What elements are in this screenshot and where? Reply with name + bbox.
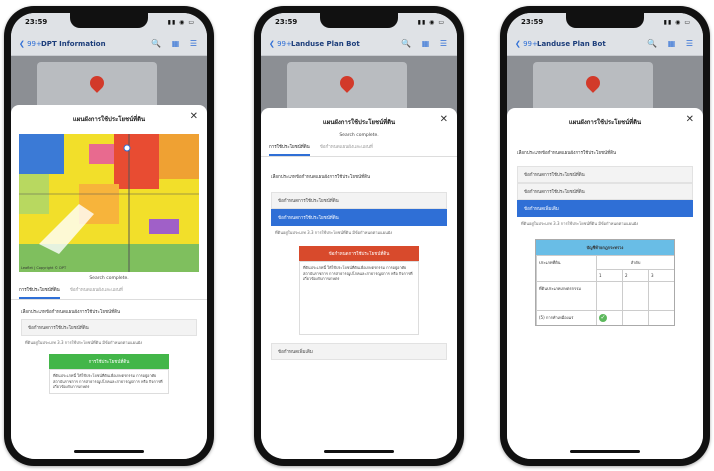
nav-icons[interactable]: 🔍 ▦ ☰ <box>647 39 697 48</box>
tab-bar: การใช้ประโยชน์ที่ดิน ข้อกำหนดแผนผังและแผ… <box>11 281 207 300</box>
table-num: 1 <box>596 269 622 281</box>
notch <box>70 13 148 28</box>
back-button[interactable]: ❮ 99+ <box>269 40 292 48</box>
regulation-table: บัญชีท้ายกฎกระทรวง ประเภทที่ดิน ลำดับ 1 … <box>535 239 675 326</box>
table-cell <box>648 310 674 325</box>
table-cell <box>648 281 674 310</box>
selected-row-plain[interactable]: ข้อกำหนดการใช้ประโยชน์ที่ดิน <box>517 183 693 200</box>
result-sheet: แผนผังการใช้ประโยชน์ที่ดิน ✕ Leaflet | C… <box>11 105 207 459</box>
status-bar: 23:59 ▮▮ ◉ ▭ <box>507 13 703 35</box>
selected-row[interactable]: ข้อกำหนดการใช้ประโยชน์ที่ดิน <box>271 209 447 226</box>
sheet-title: แผนผังการใช้ประโยชน์ที่ดิน <box>322 119 396 126</box>
home-indicator <box>74 450 144 453</box>
chat-title: Landuse Plan Bot <box>291 40 360 48</box>
signal-icon: ▮▮ ◉ ▭ <box>167 19 195 26</box>
landuse-rule-button[interactable]: ข้อกำหนดการใช้ประโยชน์ที่ดิน <box>299 246 419 261</box>
table-col-header: ลำดับ <box>596 255 674 269</box>
map-pin-icon <box>337 73 357 93</box>
signal-icon: ▮▮ ◉ ▭ <box>417 19 445 26</box>
screen: 23:59 ▮▮ ◉ ▭ ❮ 99+ DPT Information 🔍 ▦ ☰… <box>11 13 207 459</box>
home-indicator <box>324 450 394 453</box>
result-sheet: แผนผังการใช้ประโยชน์ที่ดิน ✕ Search comp… <box>261 108 457 459</box>
phone-3: 23:59 ▮▮ ◉ ▭ ❮ 99+ Landuse Plan Bot 🔍 ▦ … <box>500 6 710 466</box>
table-title: บัญชีท้ายกฎกระทรวง <box>536 240 674 255</box>
search-status: Search complete. <box>339 133 379 138</box>
back-button[interactable]: ❮ 99+ <box>19 40 42 48</box>
signal-icon: ▮▮ ◉ ▭ <box>663 19 691 26</box>
nav-icons[interactable]: 🔍 ▦ ☰ <box>151 39 201 48</box>
clock: 23:59 <box>275 18 298 26</box>
search-status: Search complete. <box>89 276 129 281</box>
notch <box>320 13 398 28</box>
table-row-label: (5) การทำเหมืองแร่ <box>536 310 596 325</box>
chat-title: DPT Information <box>41 40 106 48</box>
type-row[interactable]: ข้อกำหนดการใช้ประโยชน์ที่ดิน <box>271 192 447 209</box>
phone-1: 23:59 ▮▮ ◉ ▭ ❮ 99+ DPT Information 🔍 ▦ ☰… <box>4 6 214 466</box>
notch <box>566 13 644 28</box>
question-text: เลือกประเภทข้อกำหนดแผนผังการใช้ประโยชน์ท… <box>271 175 371 180</box>
table-num: 3 <box>648 269 674 281</box>
landuse-map[interactable]: Leaflet | Copyright © DPT <box>19 134 199 272</box>
extra-row-selected[interactable]: ข้อกำหนดเพิ่มเติม <box>517 200 693 217</box>
close-icon[interactable]: ✕ <box>686 114 694 125</box>
clock: 23:59 <box>521 18 544 26</box>
screen: 23:59 ▮▮ ◉ ▭ ❮ 99+ Landuse Plan Bot 🔍 ▦ … <box>261 13 457 459</box>
table-cell <box>622 310 648 325</box>
info-note: ที่ดินอยู่ในประเภท 3.3 การใช้ประโยชน์ที่… <box>275 230 393 235</box>
tab-plan[interactable]: ข้อกำหนดแผนผังและแผนที่ <box>320 143 373 156</box>
tab-bar: การใช้ประโยชน์ที่ดิน ข้อกำหนดแผนผังและแผ… <box>261 138 457 157</box>
phone-2: 23:59 ▮▮ ◉ ▭ ❮ 99+ Landuse Plan Bot 🔍 ▦ … <box>254 6 464 466</box>
map-credit: Leaflet | Copyright © DPT <box>21 266 67 270</box>
tab-landuse[interactable]: การใช้ประโยชน์ที่ดิน <box>19 286 60 299</box>
tab-landuse[interactable]: การใช้ประโยชน์ที่ดิน <box>269 143 310 156</box>
table-row-label: ที่ดินประเภทเกษตรกรรม <box>536 281 596 310</box>
nav-bar: ❮ 99+ Landuse Plan Bot 🔍 ▦ ☰ <box>261 35 457 56</box>
sheet-title: แผนผังการใช้ประโยชน์ที่ดิน <box>72 116 146 123</box>
map-pin-icon <box>583 73 603 93</box>
type-row[interactable]: ข้อกำหนดการใช้ประโยชน์ที่ดิน <box>21 319 197 336</box>
landuse-map-graphic <box>19 134 199 272</box>
question-text: เลือกประเภทข้อกำหนดแผนผังการใช้ประโยชน์ท… <box>517 151 617 156</box>
check-icon: ✓ <box>599 314 607 322</box>
nav-icons[interactable]: 🔍 ▦ ☰ <box>401 39 451 48</box>
question-text: เลือกประเภทข้อกำหนดแผนผังการใช้ประโยชน์ท… <box>21 310 121 315</box>
info-note: ที่ดินอยู่ในประเภท 3.3 การใช้ประโยชน์ที่… <box>521 221 639 226</box>
table-grid: ประเภทที่ดิน ลำดับ 1 2 3 ที่ดินประเภทเกษ… <box>536 255 674 325</box>
close-icon[interactable]: ✕ <box>190 111 198 122</box>
description-text: ที่ดินประเภทนี้ ให้ใช้ประโยชน์ที่ดินเพื่… <box>49 369 169 394</box>
table-cell <box>596 281 622 310</box>
screen: 23:59 ▮▮ ◉ ▭ ❮ 99+ Landuse Plan Bot 🔍 ▦ … <box>507 13 703 459</box>
status-bar: 23:59 ▮▮ ◉ ▭ <box>261 13 457 35</box>
unread-count: 99+ <box>277 40 292 48</box>
status-bar: 23:59 ▮▮ ◉ ▭ <box>11 13 207 35</box>
description-text: ที่ดินประเภทนี้ ให้ใช้ประโยชน์ที่ดินเพื่… <box>299 261 419 335</box>
nav-bar: ❮ 99+ DPT Information 🔍 ▦ ☰ <box>11 35 207 56</box>
table-cell: ✓ <box>596 310 622 325</box>
chat-title: Landuse Plan Bot <box>537 40 606 48</box>
unread-count: 99+ <box>27 40 42 48</box>
clock: 23:59 <box>25 18 48 26</box>
home-indicator <box>570 450 640 453</box>
close-icon[interactable]: ✕ <box>440 114 448 125</box>
type-row[interactable]: ข้อกำหนดการใช้ประโยชน์ที่ดิน <box>517 166 693 183</box>
map-pin-icon <box>87 73 107 93</box>
table-sub-header: ประเภทที่ดิน <box>536 255 596 281</box>
unread-count: 99+ <box>523 40 538 48</box>
table-cell <box>622 281 648 310</box>
table-num: 2 <box>622 269 648 281</box>
info-note: ที่ดินอยู่ในประเภท 3.3 การใช้ประโยชน์ที่… <box>25 340 143 345</box>
back-button[interactable]: ❮ 99+ <box>515 40 538 48</box>
sheet-title: แผนผังการใช้ประโยชน์ที่ดิน <box>568 119 642 126</box>
extra-row[interactable]: ข้อกำหนดเพิ่มเติม <box>271 343 447 360</box>
tab-plan[interactable]: ข้อกำหนดแผนผังและแผนที่ <box>70 286 123 299</box>
landuse-button[interactable]: การใช้ประโยชน์ที่ดิน <box>49 354 169 369</box>
nav-bar: ❮ 99+ Landuse Plan Bot 🔍 ▦ ☰ <box>507 35 703 56</box>
result-sheet: แผนผังการใช้ประโยชน์ที่ดิน ✕ เลือกประเภท… <box>507 108 703 459</box>
